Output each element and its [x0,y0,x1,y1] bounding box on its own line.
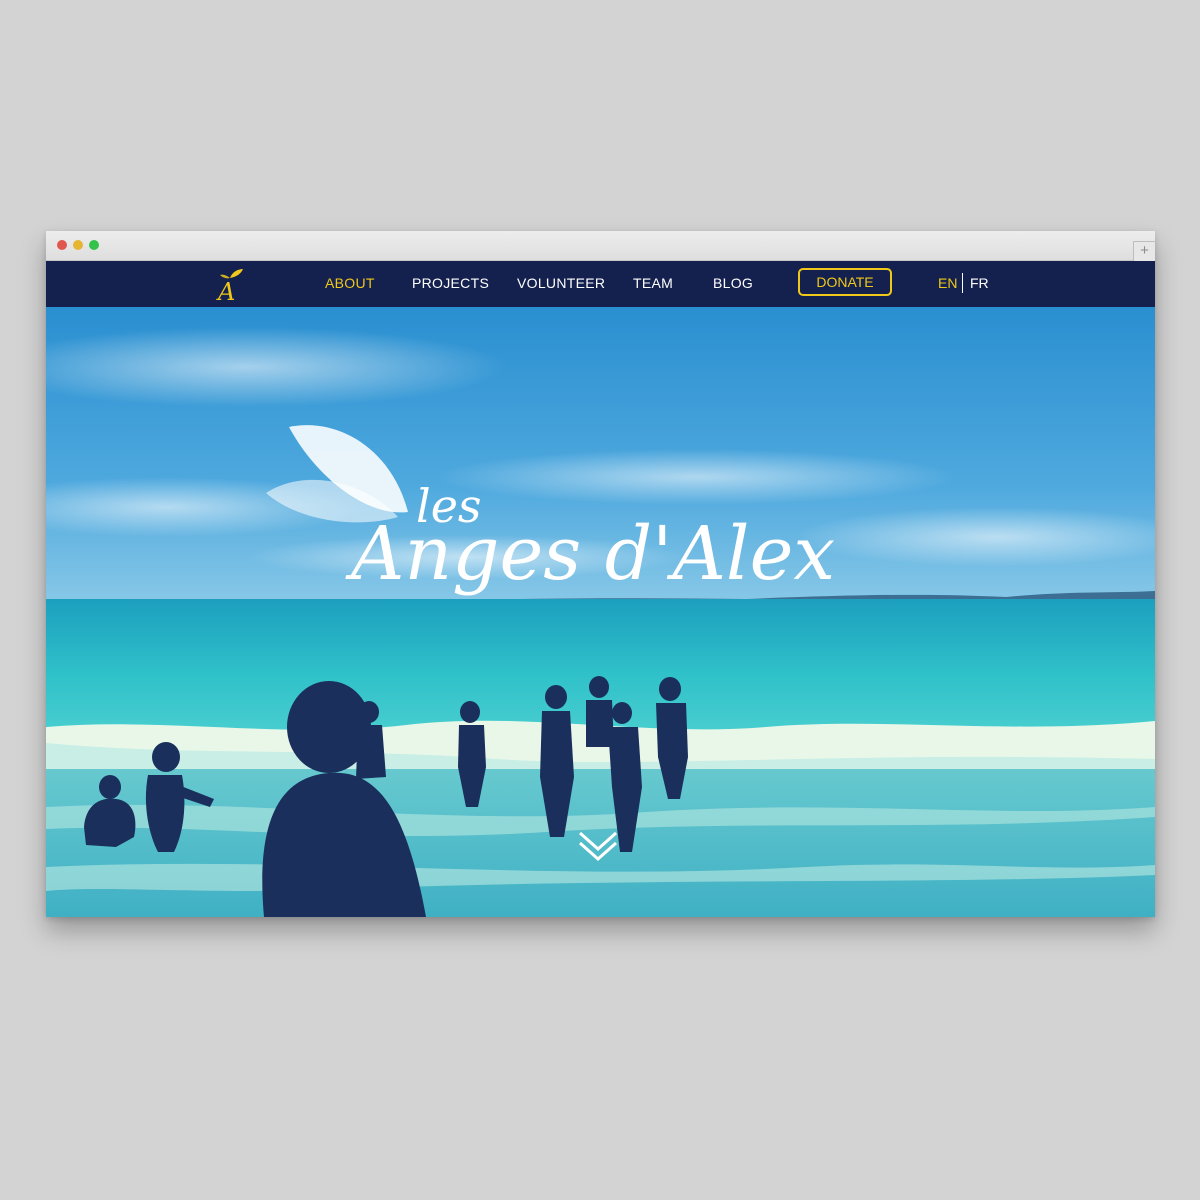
browser-window: + A ABOUT PROJECTS VOLUNTEER TEAM BLOG D… [46,231,1155,917]
donate-button[interactable]: DONATE [798,268,892,296]
site-logo[interactable]: A [212,266,248,304]
site-navbar: A ABOUT PROJECTS VOLUNTEER TEAM BLOG DON… [46,261,1155,307]
nav-team[interactable]: TEAM [633,275,673,291]
nav-blog[interactable]: BLOG [713,275,753,291]
nav-projects[interactable]: PROJECTS [412,275,489,291]
language-fr-link[interactable]: FR [970,275,989,291]
new-tab-button[interactable]: + [1133,241,1155,261]
minimize-window-button[interactable] [73,240,83,250]
close-window-button[interactable] [57,240,67,250]
language-en-link[interactable]: EN [938,275,957,291]
hero-section: les Anges d'Alex [46,307,1155,917]
browser-titlebar: + [46,231,1155,261]
language-divider [962,273,963,293]
logo-letter: A [216,278,235,304]
maximize-window-button[interactable] [89,240,99,250]
scroll-down-icon[interactable] [574,825,622,865]
hero-title-main: Anges d'Alex [345,511,835,597]
logo-wing-icon [230,269,243,278]
nav-volunteer[interactable]: VOLUNTEER [517,275,605,291]
nav-about[interactable]: ABOUT [325,275,375,291]
